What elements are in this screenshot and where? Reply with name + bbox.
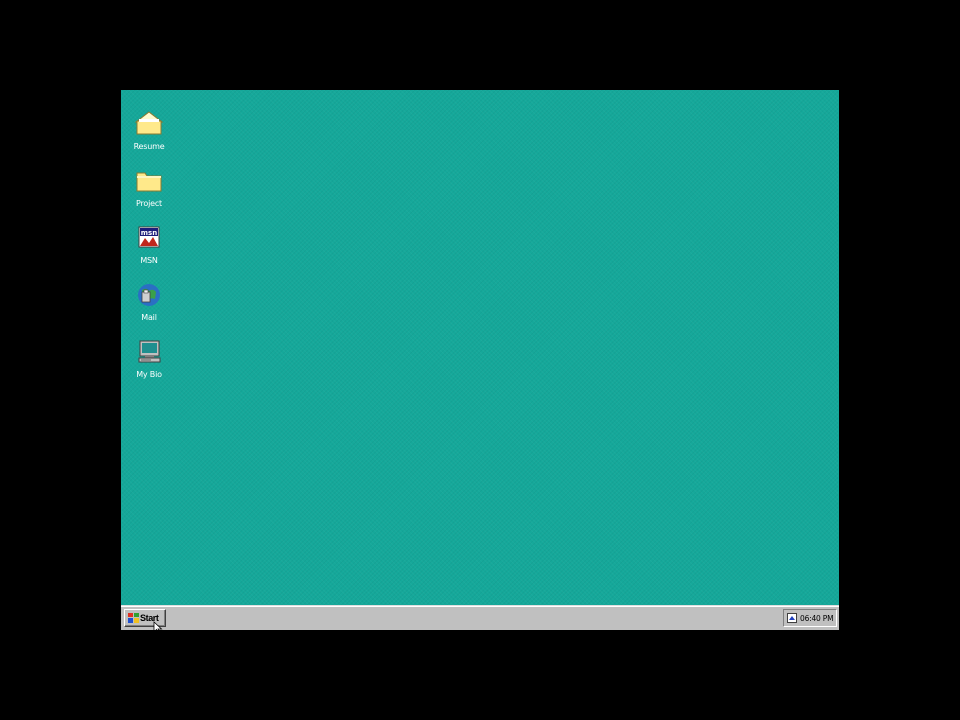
- desktop-icon-project[interactable]: Project: [125, 165, 173, 209]
- windows-logo-icon: [128, 613, 139, 623]
- desktop-icon-resume[interactable]: Resume: [125, 108, 173, 152]
- desktop-icon-label: Resume: [133, 142, 165, 151]
- mail-icon: [138, 284, 160, 306]
- svg-text:msn: msn: [141, 229, 157, 237]
- msn-icon: msn: [138, 226, 160, 248]
- desktop-icon-mail[interactable]: Mail: [125, 279, 173, 323]
- folder-open-icon: [134, 111, 164, 135]
- system-tray: 06:40 PM: [783, 609, 837, 627]
- folder-icon: [136, 172, 162, 192]
- desktop-icon-label: Project: [136, 199, 162, 208]
- desktop-icon-my-bio[interactable]: My Bio: [125, 336, 173, 380]
- taskbar: Start 06:40 PM: [121, 605, 839, 630]
- computer-icon: [138, 340, 161, 363]
- desktop-icon-label: Mail: [141, 313, 157, 322]
- desktop-icon-msn[interactable]: msn MSN: [125, 222, 173, 266]
- desktop-icon-label: My Bio: [136, 370, 162, 379]
- clock[interactable]: 06:40 PM: [800, 614, 834, 623]
- tray-status-icon[interactable]: [787, 613, 797, 623]
- mouse-pointer-icon: [153, 621, 163, 630]
- desktop: Resume Project msn MSN Mail My Bio Start…: [121, 90, 839, 630]
- desktop-icon-label: MSN: [140, 256, 158, 265]
